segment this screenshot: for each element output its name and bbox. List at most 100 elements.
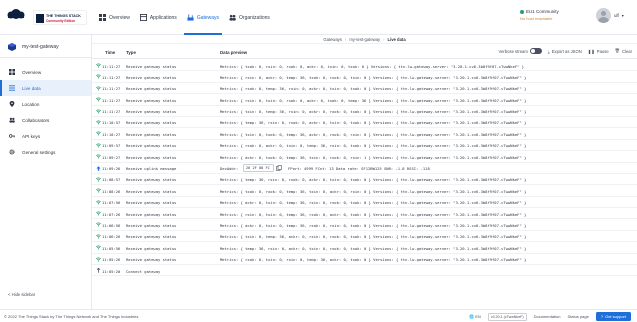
things-stack-logo[interactable]: THE THINGS STACK Community Edition	[33, 10, 87, 25]
nav-applications-label: Applications	[149, 14, 177, 21]
cluster-status[interactable]: EU1 Community No host reachable	[520, 9, 559, 21]
table-row[interactable]: 11:08:57 Receive gateway status Metrics: {…	[92, 174, 637, 186]
brand-title: THE THINGS STACK	[46, 14, 81, 18]
sidebar-item-label: API keys	[22, 133, 41, 139]
table-row[interactable]: 11:11:27 Receive gateway status Metrics: {…	[92, 83, 637, 95]
event-time: 11:08:57	[102, 177, 121, 183]
table-row[interactable]: 11:11:27 Receive gateway status Metrics: {…	[92, 71, 637, 83]
event-preview: Metrics: { rxin: 0, ackr: 0, temp: 36, t…	[220, 74, 527, 80]
nav-gateways[interactable]: Gateways	[183, 0, 223, 35]
event-time: 11:05:26	[102, 257, 121, 263]
export-label: Export as JSON	[551, 48, 582, 54]
table-row[interactable]: 11:07:26 Receive gateway status Metrics: {…	[92, 208, 637, 220]
clear-button[interactable]: 🗑 Clear	[615, 48, 632, 54]
sidebar-item-location[interactable]: Location	[0, 96, 91, 112]
grid-icon	[99, 14, 106, 21]
table-row[interactable]: 11:05:20 Connect gateway	[92, 265, 637, 277]
status-page-link[interactable]: Status page	[568, 314, 589, 319]
breadcrumb-gateway[interactable]: my-test-gateway	[349, 37, 380, 42]
copy-icon[interactable]	[276, 164, 282, 171]
sidebar-item-general-settings[interactable]: General settings	[0, 144, 91, 160]
event-time: 11:09:26	[102, 166, 121, 172]
event-preview: Metrics: { rxin: 0, txin: 0, rxok: 0, ac…	[220, 97, 527, 103]
breadcrumb: Gateways › my-test-gateway › Live data	[92, 35, 637, 44]
people-icon	[229, 14, 236, 21]
gateway-cube-icon	[8, 42, 16, 51]
event-preview: FPort: 4999 FCnt: 13 Data rate: SF12BW12…	[288, 166, 430, 172]
export-json-button[interactable]: ⤓ Export as JSON	[548, 49, 582, 54]
sidebar-item-api-keys[interactable]: API keys	[0, 128, 91, 144]
event-preview: Metrics: { txok: 0, rxin: 0, rxok: 0, ac…	[220, 63, 525, 69]
event-preview: Metrics: { rxok: 0, temp: 36, rxin: 0, a…	[220, 86, 527, 92]
user-menu[interactable]: ulf ▾	[596, 8, 624, 23]
wifi-icon	[96, 200, 101, 205]
event-time: 11:05:20	[102, 268, 121, 274]
wifi-icon	[96, 74, 101, 79]
event-type: Receive gateway status	[126, 131, 177, 137]
pause-button[interactable]: ❚❚ Pause	[588, 49, 609, 54]
wifi-icon	[96, 188, 101, 193]
ttn-logo[interactable]	[5, 8, 27, 26]
people-icon	[9, 117, 15, 123]
hide-sidebar-button[interactable]: < Hide sidebar	[8, 292, 35, 297]
table-row[interactable]: 11:09:26 Receive uplink message DevAddr: 26…	[92, 163, 637, 174]
table-row[interactable]: 11:10:57 Receive gateway status Metrics: {…	[92, 117, 637, 129]
event-time: 11:11:27	[102, 74, 121, 80]
sidebar-item-live-data[interactable]: Live data	[0, 80, 91, 96]
event-preview: Metrics: { txin: 0, temp: 36, rxin: 0, a…	[220, 109, 527, 115]
footer: © 2022 The Things Stack by The Things Ne…	[0, 309, 637, 322]
table-row[interactable]: 11:10:27 Receive gateway status Metrics: {…	[92, 128, 637, 140]
table-row[interactable]: 11:06:56 Receive gateway status Metrics: {…	[92, 219, 637, 231]
nav-overview-label: Overview	[109, 14, 130, 21]
column-data-preview: Data preview	[220, 50, 248, 55]
toggle-switch[interactable]	[529, 48, 542, 54]
nav-organizations[interactable]: Organizations	[226, 0, 273, 35]
avatar	[596, 8, 611, 23]
footer-copyright: © 2022 The Things Stack by The Things Ne…	[4, 314, 139, 319]
table-row[interactable]: 11:11:27 Receive gateway status Metrics: {…	[92, 94, 637, 106]
sidebar-item-collaborators[interactable]: Collaborators	[0, 112, 91, 128]
table-row[interactable]: 11:08:26 Receive gateway status Metrics: {…	[92, 185, 637, 197]
devaddr-field[interactable]: 26 2F 08 FC	[243, 164, 274, 172]
event-type: Receive gateway status	[126, 200, 177, 206]
table-row[interactable]: 11:11:27 Receive gateway status Metrics: {…	[92, 60, 637, 72]
breadcrumb-gateways[interactable]: Gateways	[323, 37, 342, 42]
verbose-stream-toggle[interactable]: Verbose stream	[499, 48, 542, 54]
event-time: 11:11:27	[102, 63, 121, 69]
table-row[interactable]: 11:11:27 Receive gateway status Metrics: {…	[92, 106, 637, 117]
sidebar-item-label: Collaborators	[22, 117, 50, 123]
nav-applications[interactable]: Applications	[137, 0, 180, 35]
wifi-icon	[96, 86, 101, 91]
language-selector[interactable]: 🌐 EN	[469, 314, 481, 319]
chevron-right-icon: ›	[344, 36, 347, 42]
table-row[interactable]: 11:09:27 Receive gateway status Metrics: {…	[92, 151, 637, 163]
event-time: 11:09:27	[102, 154, 121, 160]
event-type: Receive gateway status	[126, 257, 177, 263]
table-row[interactable]: 11:09:57 Receive gateway status Metrics: {…	[92, 140, 637, 152]
gear-icon	[9, 149, 15, 155]
get-support-button[interactable]: ? Get support	[595, 312, 631, 321]
event-type: Receive gateway status	[126, 177, 177, 183]
trash-icon: 🗑	[614, 48, 620, 53]
table-row[interactable]: 11:07:56 Receive gateway status Metrics: {…	[92, 197, 637, 209]
wifi-icon	[96, 234, 101, 239]
sidebar-item-label: Location	[22, 101, 40, 107]
sidebar-item-overview[interactable]: Overview	[0, 64, 91, 80]
events-toolbar: Verbose stream ⤓ Export as JSON ❚❚ Pause…	[499, 48, 632, 54]
stack-logo-icon	[36, 14, 44, 23]
wifi-icon	[96, 120, 101, 125]
event-time: 11:11:27	[102, 97, 121, 103]
column-type: Type	[126, 50, 136, 55]
documentation-link[interactable]: Documentation	[534, 314, 561, 319]
nav-overview[interactable]: Overview	[96, 0, 133, 35]
list-icon	[9, 85, 15, 91]
chevron-down-icon: ▾	[621, 13, 624, 18]
top-bar: THE THINGS STACK Community Edition Overv…	[0, 0, 637, 35]
table-row[interactable]: 11:06:26 Receive gateway status Metrics: {…	[92, 231, 637, 243]
table-row[interactable]: 11:05:56 Receive gateway status Metrics: {…	[92, 242, 637, 254]
event-type: Receive gateway status	[126, 188, 177, 194]
event-preview: Metrics: { temp: 36, rxin: 0, rxok: 0, a…	[220, 177, 527, 183]
cluster-state: No host reachable	[520, 16, 553, 21]
table-row[interactable]: 11:05:26 Receive gateway status Metrics: {…	[92, 254, 637, 266]
support-label: Get support	[605, 314, 626, 319]
